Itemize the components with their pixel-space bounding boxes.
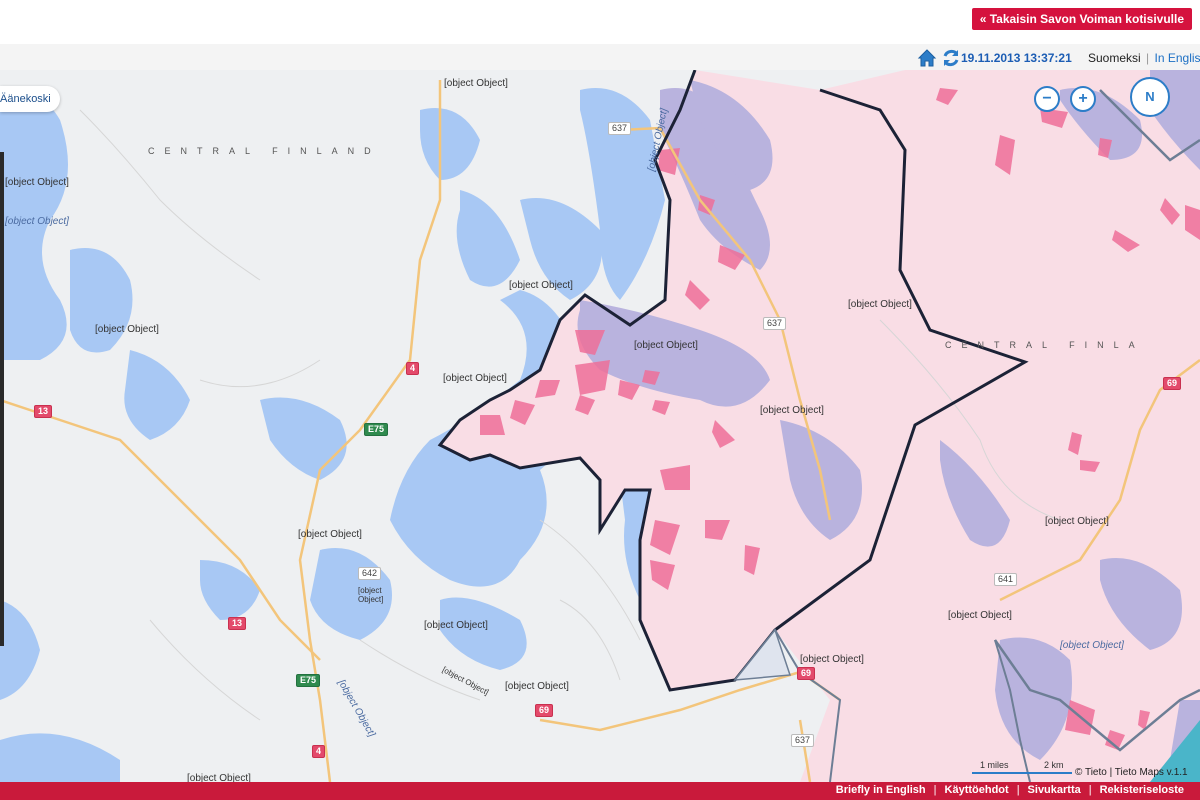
- lake-label: [object Object]: [1060, 640, 1124, 651]
- lang-finnish-link[interactable]: Suomeksi: [1088, 51, 1141, 65]
- region-label: CENTRAL FINLAND: [148, 146, 381, 156]
- place-label: [object Object]: [424, 620, 488, 631]
- road-shield: 13: [228, 617, 247, 630]
- footer-link-privacy[interactable]: Rekisteriseloste: [1100, 784, 1184, 796]
- map-view[interactable]: CENTRAL FINLAND CENTRAL FINLA [object Ob…: [0, 70, 1200, 782]
- road-shield: 4: [406, 362, 420, 375]
- zoom-in-button[interactable]: +: [1070, 86, 1096, 112]
- place-label: [object Object]: [634, 340, 698, 351]
- road-shield: 69: [797, 667, 816, 680]
- place-label: [object Object]: [187, 773, 251, 782]
- road-shield: 642: [358, 567, 382, 580]
- place-label: [object Object]: [800, 654, 864, 665]
- map-canvas[interactable]: [0, 70, 1200, 782]
- top-bar: « Takaisin Savon Voiman kotisivulle: [0, 0, 1200, 44]
- footer-links: Briefly in English | Käyttöehdot | Sivukartt…: [836, 784, 1184, 796]
- road-shield: 637: [791, 734, 815, 747]
- place-label: [object Object]: [760, 405, 824, 416]
- footer-link-sitemap[interactable]: Sivukartta: [1028, 784, 1081, 796]
- home-icon[interactable]: [916, 47, 938, 69]
- road-shield: 69: [535, 704, 554, 717]
- side-panel-handle[interactable]: [0, 152, 4, 646]
- compass-pan-control[interactable]: N: [1130, 77, 1170, 117]
- lake-label: [object Object]: [5, 216, 69, 227]
- road-shield: 641: [994, 573, 1018, 586]
- map-copyright: © Tieto | Tieto Maps v.1.1: [1075, 767, 1188, 778]
- footer-separator: |: [1016, 784, 1020, 796]
- place-label: [object Object]: [358, 586, 384, 604]
- road-shield: 69: [1163, 377, 1182, 390]
- place-label: [object Object]: [95, 324, 159, 335]
- road-shield: 13: [34, 405, 53, 418]
- back-to-homepage-button[interactable]: « Takaisin Savon Voiman kotisivulle: [971, 8, 1192, 30]
- road-shield: E75: [364, 423, 389, 436]
- footer-separator: |: [933, 784, 937, 796]
- place-label: [object Object]: [948, 610, 1012, 621]
- place-label: [object Object]: [5, 177, 69, 188]
- place-label: [object Object]: [848, 299, 912, 310]
- place-label: [object Object]: [298, 529, 362, 540]
- footer: Briefly in English | Käyttöehdot | Sivukartt…: [0, 782, 1200, 800]
- place-label: [object Object]: [444, 78, 508, 89]
- place-label: [object Object]: [443, 373, 507, 384]
- road-shield: 637: [608, 122, 632, 135]
- location-search-tab[interactable]: Äänekoski: [0, 86, 60, 112]
- refresh-icon[interactable]: [940, 47, 962, 69]
- scale-miles: 1 miles: [980, 760, 1009, 770]
- lang-english-link[interactable]: In English: [1155, 51, 1200, 65]
- scale-km: 2 km: [1044, 760, 1064, 770]
- road-shield: 637: [763, 317, 787, 330]
- footer-link-english[interactable]: Briefly in English: [836, 784, 926, 796]
- language-switch: Suomeksi | In English: [1088, 51, 1200, 65]
- zoom-out-button[interactable]: −: [1034, 86, 1060, 112]
- lang-separator: |: [1146, 51, 1150, 65]
- place-label: [object Object]: [505, 681, 569, 692]
- region-label: CENTRAL FINLA: [945, 340, 1145, 350]
- compass-north-label: N: [1145, 89, 1155, 104]
- place-label: [object Object]: [1045, 516, 1109, 527]
- road-shield: E75: [296, 674, 321, 687]
- footer-separator: |: [1088, 784, 1092, 796]
- timestamp: 19.11.2013 13:37:21: [961, 51, 1072, 65]
- place-label: [object Object]: [509, 280, 573, 291]
- road-shield: 4: [312, 745, 326, 758]
- footer-link-terms[interactable]: Käyttöehdot: [945, 784, 1009, 796]
